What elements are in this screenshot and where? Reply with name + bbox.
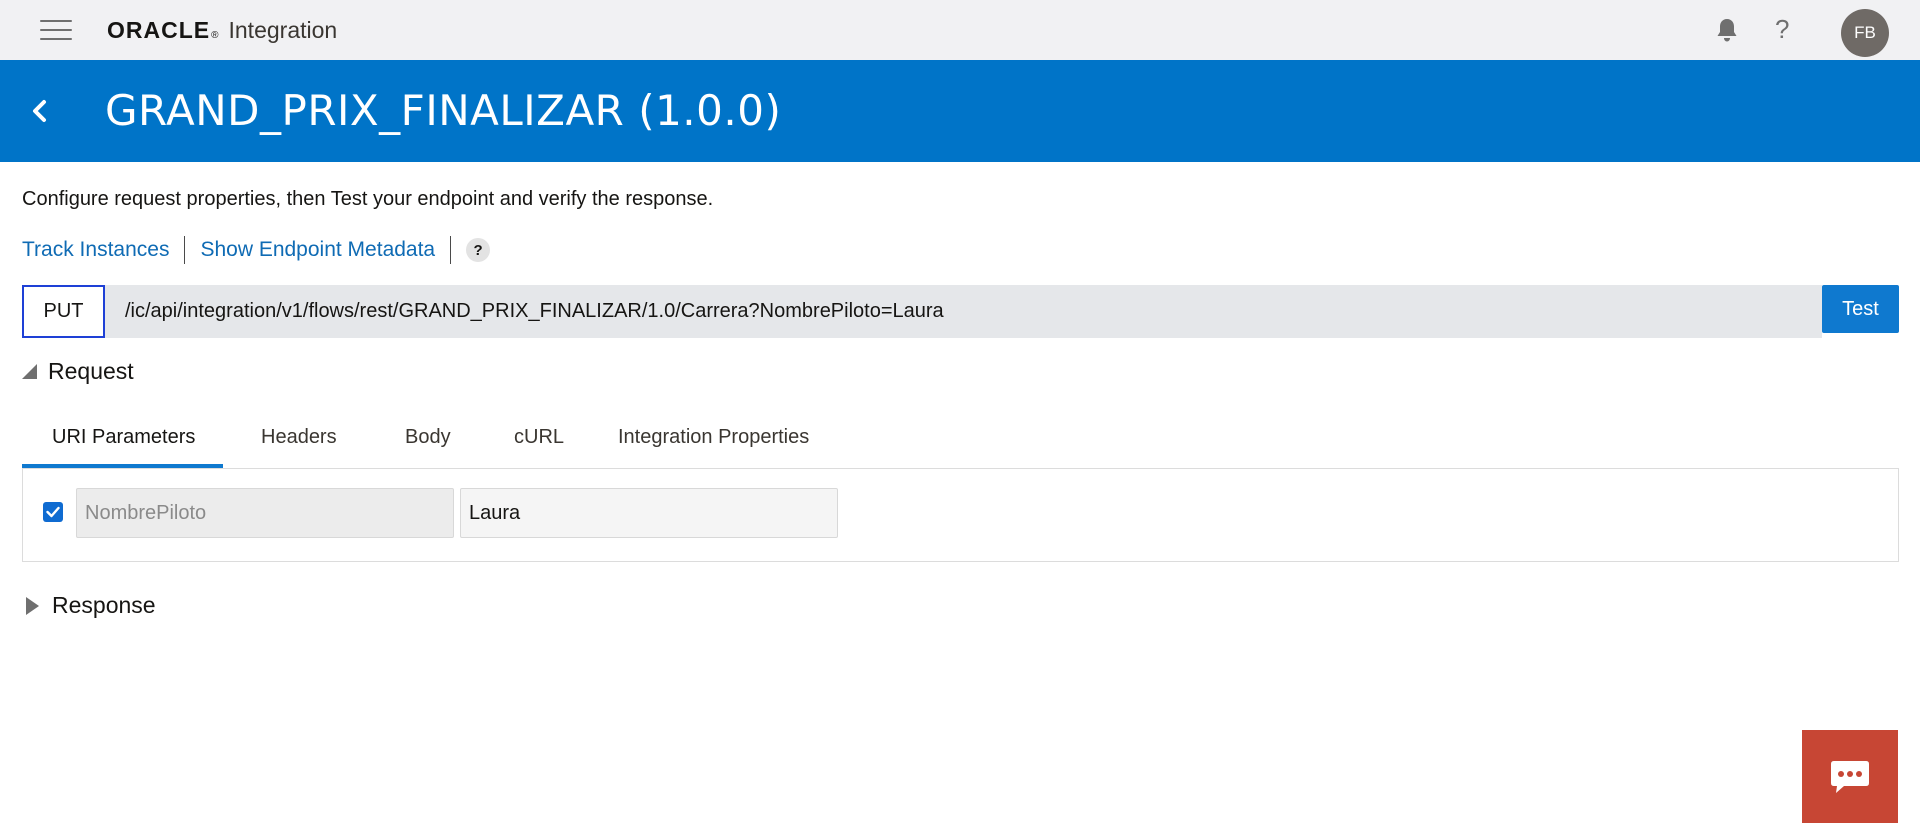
request-tabs: URI Parameters Headers Body cURL Integra…: [22, 418, 827, 468]
collapse-triangle-icon: [22, 364, 37, 379]
action-links: Track Instances Show Endpoint Metadata ?: [22, 234, 491, 266]
request-section-toggle[interactable]: Request: [22, 358, 134, 385]
registered-mark: ®: [211, 30, 219, 41]
endpoint-row: PUT /ic/api/integration/v1/flows/rest/GR…: [22, 285, 1899, 338]
chat-icon: [1831, 760, 1869, 793]
request-section-label: Request: [48, 358, 134, 384]
param-enabled-checkbox[interactable]: [43, 502, 63, 522]
http-method-select[interactable]: PUT: [22, 285, 105, 338]
hamburger-menu-icon[interactable]: [40, 20, 72, 42]
product-name: Integration: [228, 17, 338, 43]
help-circle-icon[interactable]: ?: [466, 238, 491, 262]
page-title: GRAND_PRIX_FINALIZAR (1.0.0): [105, 86, 782, 135]
divider: [184, 236, 186, 264]
tab-curl[interactable]: cURL: [472, 418, 577, 468]
response-section-label: Response: [52, 592, 156, 618]
response-section-toggle[interactable]: Response: [22, 592, 156, 619]
endpoint-url-field[interactable]: /ic/api/integration/v1/flows/rest/GRAND_…: [105, 285, 1822, 338]
track-instances-link[interactable]: Track Instances: [22, 238, 169, 262]
tab-uri-parameters[interactable]: URI Parameters: [22, 418, 223, 468]
tab-headers[interactable]: Headers: [223, 418, 365, 468]
notifications-bell-icon[interactable]: [1714, 17, 1740, 43]
title-band: GRAND_PRIX_FINALIZAR (1.0.0): [0, 60, 1920, 162]
top-header: ORACLE ® Integration ? FB: [0, 0, 1920, 60]
chat-button[interactable]: [1802, 730, 1898, 823]
expand-triangle-icon: [26, 596, 39, 615]
back-arrow-icon[interactable]: [26, 96, 54, 126]
test-button[interactable]: Test: [1822, 285, 1899, 333]
intro-text: Configure request properties, then Test …: [22, 188, 714, 210]
help-icon[interactable]: ?: [1775, 14, 1789, 45]
brand[interactable]: ORACLE ® Integration: [107, 17, 337, 44]
divider: [450, 236, 452, 264]
show-endpoint-metadata-link[interactable]: Show Endpoint Metadata: [200, 238, 435, 262]
uri-parameters-panel: NombrePiloto Laura: [22, 468, 1899, 562]
oracle-logo: ORACLE: [107, 17, 211, 43]
tab-body[interactable]: Body: [365, 418, 472, 468]
param-name-field[interactable]: NombrePiloto: [76, 488, 454, 538]
param-value-field[interactable]: Laura: [460, 488, 838, 538]
user-avatar[interactable]: FB: [1841, 9, 1889, 57]
tab-integration-properties[interactable]: Integration Properties: [577, 418, 827, 468]
